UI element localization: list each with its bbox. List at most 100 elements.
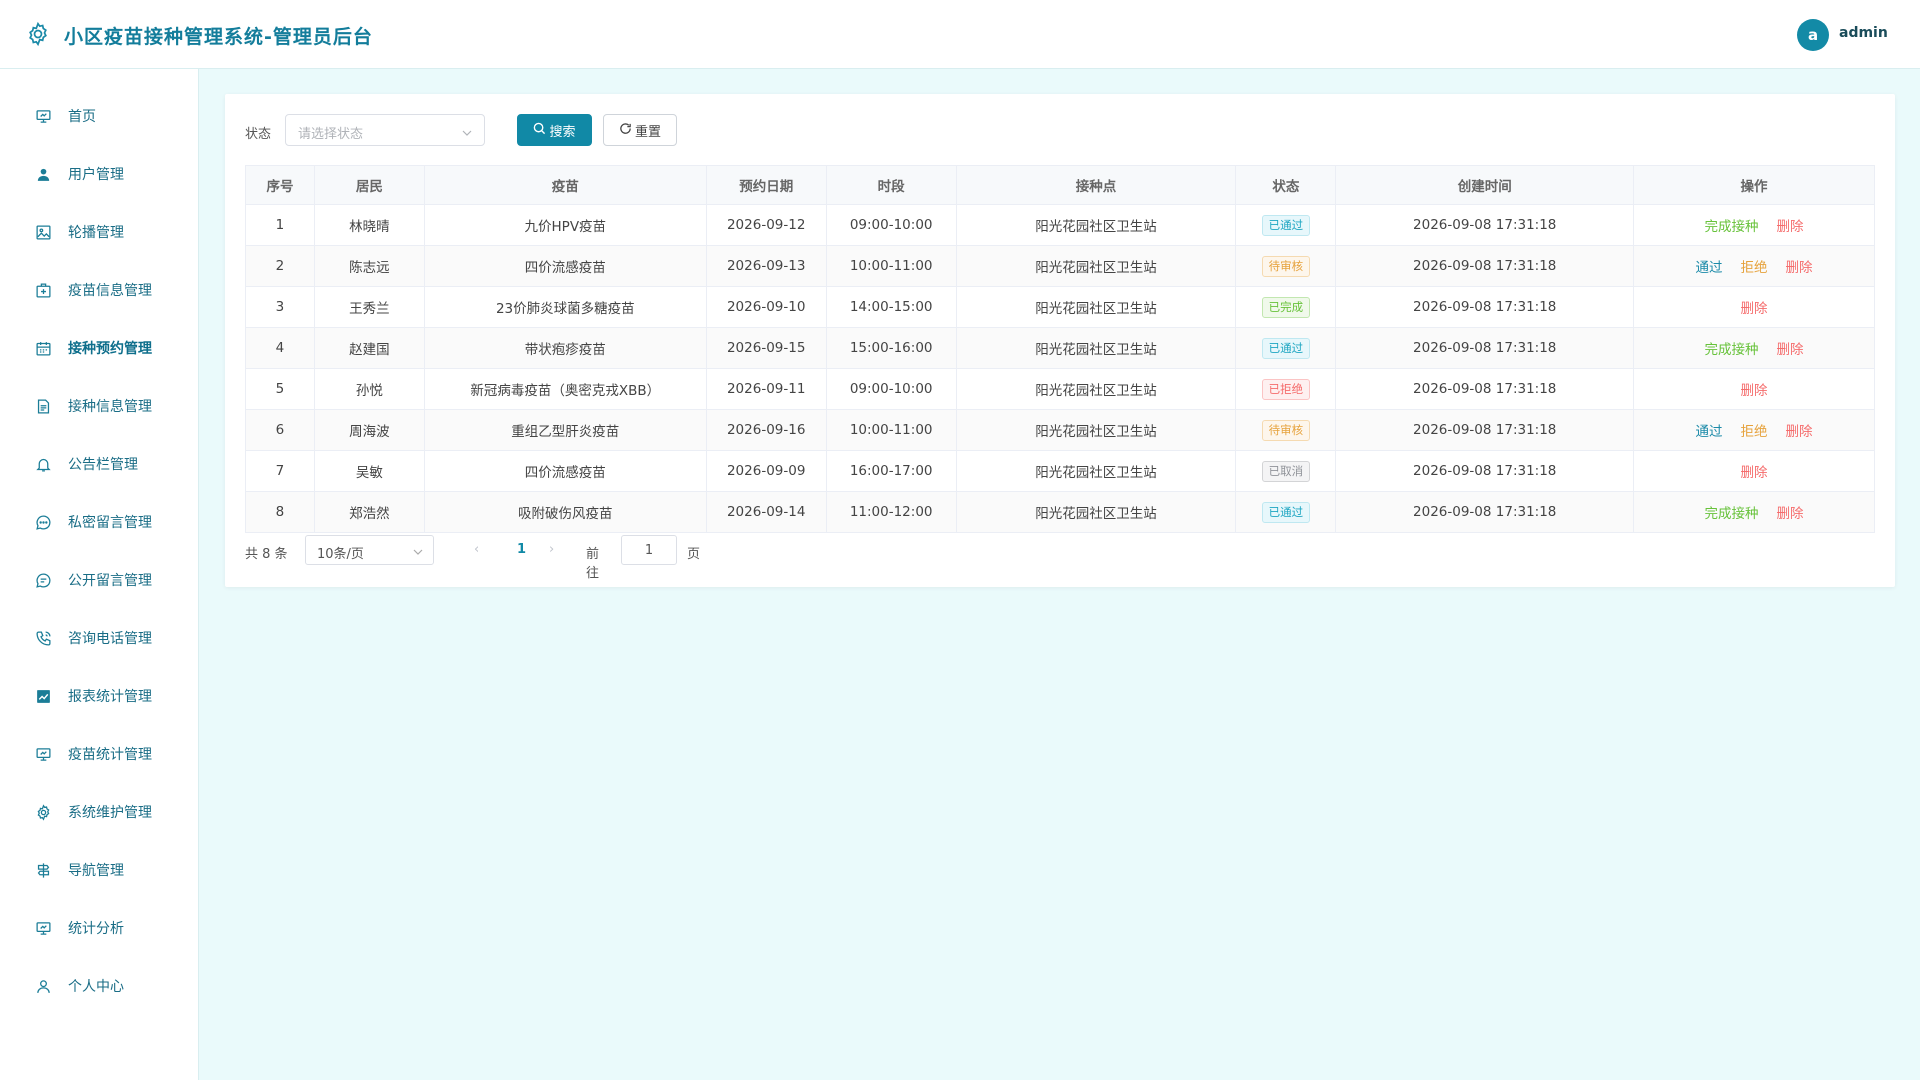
cell-site: 阳光花园社区卫生站 xyxy=(955,450,1237,492)
goto-page-input[interactable] xyxy=(621,535,677,565)
cell-resident: 周海波 xyxy=(313,409,425,451)
reset-button[interactable]: 重置 xyxy=(603,114,677,146)
status-badge: 已通过 xyxy=(1261,501,1311,523)
sidebar-item-vaccine-stats[interactable]: 疫苗统计管理 xyxy=(0,732,199,776)
delete-action-link[interactable]: 删除 xyxy=(1741,461,1768,481)
reject-action-link[interactable]: 拒绝 xyxy=(1741,420,1768,440)
cell-actions: 通过 拒绝 删除 xyxy=(1633,245,1875,287)
approve-action-link[interactable]: 通过 xyxy=(1696,420,1723,440)
sidebar-item-system[interactable]: 系统维护管理 xyxy=(0,790,199,834)
sidebar-item-label: 个人中心 xyxy=(68,979,124,995)
cell-actions: 删除 xyxy=(1633,368,1875,410)
delete-action-link[interactable]: 删除 xyxy=(1786,256,1813,276)
status-filter-label: 状态 xyxy=(245,127,272,142)
gear-icon xyxy=(34,803,52,821)
delete-action-link[interactable]: 删除 xyxy=(1741,297,1768,317)
sidebar-item-profile[interactable]: 个人中心 xyxy=(0,964,199,1008)
next-page-icon[interactable]: › xyxy=(549,542,554,557)
cell-date: 2026-09-13 xyxy=(705,245,827,287)
cell-created: 2026-09-08 17:31:18 xyxy=(1335,204,1635,246)
cell-created: 2026-09-08 17:31:18 xyxy=(1335,245,1635,287)
cell-date: 2026-09-11 xyxy=(705,368,827,410)
cell-actions: 删除 xyxy=(1633,450,1875,492)
status-select-placeholder: 请选择状态 xyxy=(298,127,364,142)
cell-status: 已通过 xyxy=(1235,327,1337,369)
sidebar-item-notices[interactable]: 公告栏管理 xyxy=(0,442,199,486)
cell-status: 已取消 xyxy=(1235,450,1337,492)
table-row: 8 郑浩然 吸附破伤风疫苗 2026-09-14 11:00-12:00 阳光花园社区卫生… xyxy=(245,491,1875,533)
cell-no: 1 xyxy=(245,204,315,246)
cell-date: 2026-09-14 xyxy=(705,491,827,533)
cell-status: 已完成 xyxy=(1235,286,1337,328)
complete-action-link[interactable]: 完成接种 xyxy=(1705,215,1759,235)
search-button[interactable]: 搜索 xyxy=(517,114,592,146)
chevron-down-icon xyxy=(413,546,423,556)
sidebar-item-private-messages[interactable]: 私密留言管理 xyxy=(0,500,199,544)
complete-action-link[interactable]: 完成接种 xyxy=(1705,338,1759,358)
current-page[interactable]: 1 xyxy=(517,542,526,557)
cell-vaccine: 九价HPV疫苗 xyxy=(423,204,707,246)
prev-page-icon[interactable]: ‹ xyxy=(474,542,479,557)
sidebar-item-label: 接种预约管理 xyxy=(68,341,152,357)
approve-action-link[interactable]: 通过 xyxy=(1696,256,1723,276)
sidebar-item-vaccination-info[interactable]: 接种信息管理 xyxy=(0,384,199,428)
delete-action-link[interactable]: 删除 xyxy=(1777,215,1804,235)
page-suffix: 页 xyxy=(687,547,701,562)
cell-date: 2026-09-09 xyxy=(705,450,827,492)
avatar[interactable]: a xyxy=(1797,19,1829,51)
cell-vaccine: 吸附破伤风疫苗 xyxy=(423,491,707,533)
bell-icon xyxy=(34,455,52,473)
sidebar-item-label: 公告栏管理 xyxy=(68,457,138,473)
status-select[interactable]: 请选择状态 xyxy=(285,114,485,146)
person-icon xyxy=(34,977,52,995)
table-row: 1 林晓晴 九价HPV疫苗 2026-09-12 09:00-10:00 阳光花园社区卫生… xyxy=(245,204,1875,246)
page-size-select[interactable]: 10条/页 xyxy=(305,535,434,565)
sidebar-item-label: 接种信息管理 xyxy=(68,399,152,415)
sidebar-item-navigation[interactable]: 导航管理 xyxy=(0,848,199,892)
cell-no: 4 xyxy=(245,327,315,369)
sidebar-item-carousel[interactable]: 轮播管理 xyxy=(0,210,199,254)
table-row: 7 吴敏 四价流感疫苗 2026-09-09 16:00-17:00 阳光花园社区卫生站 已… xyxy=(245,450,1875,492)
username[interactable]: admin xyxy=(1839,25,1888,41)
sidebar-item-reports[interactable]: 报表统计管理 xyxy=(0,674,199,718)
sidebar-item-label: 系统维护管理 xyxy=(68,805,152,821)
reject-action-link[interactable]: 拒绝 xyxy=(1741,256,1768,276)
cell-status: 待审核 xyxy=(1235,245,1337,287)
column-header: 序号 xyxy=(245,165,315,205)
cell-status: 待审核 xyxy=(1235,409,1337,451)
top-bar: 小区疫苗接种管理系统-管理员后台 a admin xyxy=(0,0,1920,69)
sidebar-item-hotline[interactable]: 咨询电话管理 xyxy=(0,616,199,660)
table-row: 5 孙悦 新冠病毒疫苗（奥密克戎XBB） 2026-09-11 09:00-10:00 阳… xyxy=(245,368,1875,410)
cell-no: 5 xyxy=(245,368,315,410)
table-header-row: 序号 居民 疫苗 预约日期 时段 接种点 状态 创建时间 操作 xyxy=(245,165,1875,205)
cell-site: 阳光花园社区卫生站 xyxy=(955,409,1237,451)
sidebar-item-analytics[interactable]: 统计分析 xyxy=(0,906,199,950)
delete-action-link[interactable]: 删除 xyxy=(1777,338,1804,358)
cell-status: 已通过 xyxy=(1235,204,1337,246)
gear-logo-icon xyxy=(25,21,51,47)
delete-action-link[interactable]: 删除 xyxy=(1786,420,1813,440)
cell-vaccine: 四价流感疫苗 xyxy=(423,450,707,492)
cell-resident: 陈志远 xyxy=(313,245,425,287)
sidebar-item-label: 私密留言管理 xyxy=(68,515,152,531)
appointments-table: 序号 居民 疫苗 预约日期 时段 接种点 状态 创建时间 操作 1 林晓晴 九价HP… xyxy=(245,165,1875,533)
sidebar-item-vaccine-info[interactable]: 疫苗信息管理 xyxy=(0,268,199,312)
cell-site: 阳光花园社区卫生站 xyxy=(955,327,1237,369)
sidebar-item-home[interactable]: 首页 xyxy=(0,94,199,138)
complete-action-link[interactable]: 完成接种 xyxy=(1705,502,1759,522)
status-badge: 已拒绝 xyxy=(1261,378,1311,400)
delete-action-link[interactable]: 删除 xyxy=(1741,379,1768,399)
cell-vaccine: 四价流感疫苗 xyxy=(423,245,707,287)
cell-date: 2026-09-16 xyxy=(705,409,827,451)
sidebar-item-public-messages[interactable]: 公开留言管理 xyxy=(0,558,199,602)
cell-slot: 09:00-10:00 xyxy=(825,368,957,410)
column-header: 接种点 xyxy=(955,165,1237,205)
delete-action-link[interactable]: 删除 xyxy=(1777,502,1804,522)
cell-site: 阳光花园社区卫生站 xyxy=(955,204,1237,246)
sidebar-item-appointments[interactable]: 接种预约管理 xyxy=(0,326,199,370)
image-icon xyxy=(34,223,52,241)
cell-resident: 孙悦 xyxy=(313,368,425,410)
column-header: 状态 xyxy=(1235,165,1337,205)
board-icon xyxy=(34,745,52,763)
sidebar-item-users[interactable]: 用户管理 xyxy=(0,152,199,196)
